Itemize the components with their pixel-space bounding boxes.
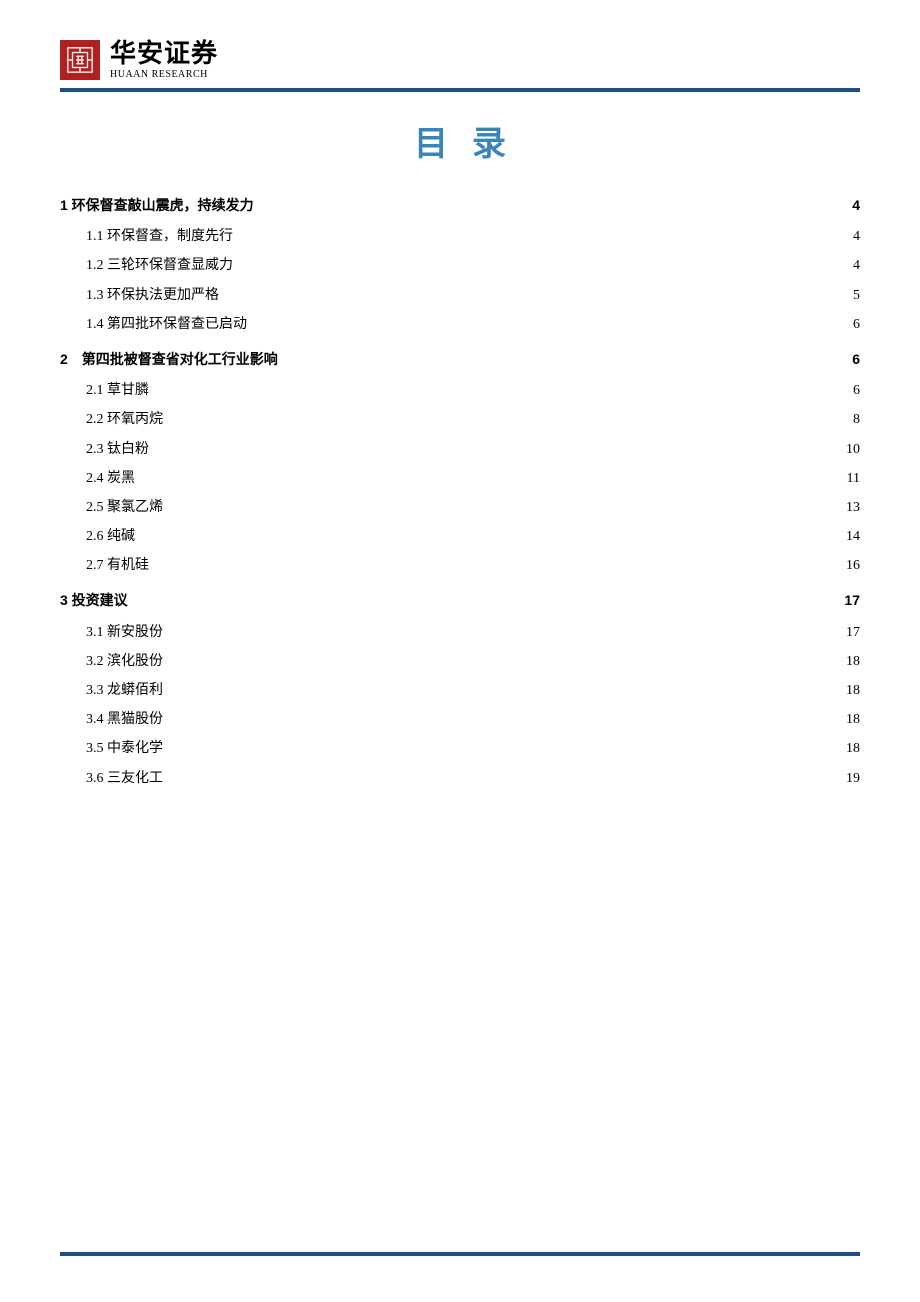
toc-entry[interactable]: 2.4 炭黑 11 xyxy=(60,466,860,491)
brand-name-en: HUAAN RESEARCH xyxy=(110,69,218,80)
toc-entry-page: 6 xyxy=(853,378,860,403)
toc-entry-label: 1.2 三轮环保督查显威力 xyxy=(86,253,233,278)
toc-entry[interactable]: 1 环保督查敲山震虎，持续发力 4 xyxy=(60,193,860,218)
toc-entry-label: 1.3 环保执法更加严格 xyxy=(86,283,219,308)
toc-entry[interactable]: 3.5 中泰化学 18 xyxy=(60,736,860,761)
brand-header: 华安证券 HUAAN RESEARCH xyxy=(60,40,860,80)
toc-entry-page: 6 xyxy=(853,312,860,337)
toc-entry-page: 18 xyxy=(846,678,860,703)
toc-entry-label: 3.3 龙蟒佰利 xyxy=(86,678,163,703)
toc-entry[interactable]: 2.3 钛白粉 10 xyxy=(60,437,860,462)
toc-entry-label: 1.4 第四批环保督查已启动 xyxy=(86,312,247,337)
toc-entry[interactable]: 2.6 纯碱 14 xyxy=(60,524,860,549)
toc-entry-label: 3 投资建议 xyxy=(60,588,128,613)
toc-entry-page: 8 xyxy=(853,407,860,432)
toc-entry-page: 4 xyxy=(853,224,860,249)
toc-entry[interactable]: 1.2 三轮环保督查显威力 4 xyxy=(60,253,860,278)
toc-entry-label: 3.5 中泰化学 xyxy=(86,736,163,761)
toc-entry-label: 2.6 纯碱 xyxy=(86,524,135,549)
toc-entry[interactable]: 3.3 龙蟒佰利 18 xyxy=(60,678,860,703)
toc-entry[interactable]: 2.2 环氧丙烷 8 xyxy=(60,407,860,432)
toc-entry-page: 11 xyxy=(847,466,860,491)
toc-entry-page: 4 xyxy=(853,253,860,278)
toc-entry-page: 14 xyxy=(846,524,860,549)
toc-entry-page: 19 xyxy=(846,766,860,791)
brand-logo-icon xyxy=(60,40,100,80)
document-page: 华安证券 HUAAN RESEARCH 目录 1 环保督查敲山震虎，持续发力41… xyxy=(0,0,920,1302)
toc-entry[interactable]: 2.1 草甘膦 6 xyxy=(60,378,860,403)
table-of-contents: 1 环保督查敲山震虎，持续发力41.1 环保督查，制度先行41.2 三轮环保督查… xyxy=(60,193,860,791)
toc-entry-label: 1.1 环保督查，制度先行 xyxy=(86,224,233,249)
footer-divider xyxy=(60,1252,860,1256)
toc-entry[interactable]: 3.4 黑猫股份 18 xyxy=(60,707,860,732)
toc-entry-label: 2.4 炭黑 xyxy=(86,466,135,491)
toc-entry-label: 3.2 滨化股份 xyxy=(86,649,163,674)
toc-entry-label: 3.6 三友化工 xyxy=(86,766,163,791)
toc-entry[interactable]: 1.1 环保督查，制度先行 4 xyxy=(60,224,860,249)
brand-name-cn: 华安证券 xyxy=(110,40,218,69)
toc-entry-label: 2.3 钛白粉 xyxy=(86,437,149,462)
toc-entry-page: 5 xyxy=(853,283,860,308)
toc-entry-page: 18 xyxy=(846,736,860,761)
toc-entry-label: 2.2 环氧丙烷 xyxy=(86,407,163,432)
toc-entry[interactable]: 3.1 新安股份 17 xyxy=(60,620,860,645)
toc-entry-page: 16 xyxy=(846,553,860,578)
toc-entry[interactable]: 2 第四批被督查省对化工行业影响 6 xyxy=(60,347,860,372)
toc-entry-page: 17 xyxy=(844,588,860,613)
toc-entry-label: 2.1 草甘膦 xyxy=(86,378,149,403)
toc-entry-page: 4 xyxy=(852,193,860,218)
page-title: 目录 xyxy=(60,116,860,165)
toc-entry-label: 3.1 新安股份 xyxy=(86,620,163,645)
toc-entry-page: 17 xyxy=(846,620,860,645)
toc-entry[interactable]: 3 投资建议 17 xyxy=(60,588,860,613)
toc-entry[interactable]: 1.3 环保执法更加严格 5 xyxy=(60,283,860,308)
toc-entry-label: 3.4 黑猫股份 xyxy=(86,707,163,732)
brand-text: 华安证券 HUAAN RESEARCH xyxy=(110,40,218,80)
toc-entry[interactable]: 3.2 滨化股份 18 xyxy=(60,649,860,674)
toc-entry[interactable]: 3.6 三友化工 19 xyxy=(60,766,860,791)
toc-entry-page: 10 xyxy=(846,437,860,462)
toc-entry-label: 1 环保督查敲山震虎，持续发力 xyxy=(60,193,254,218)
toc-entry-page: 18 xyxy=(846,707,860,732)
toc-entry-label: 2.7 有机硅 xyxy=(86,553,149,578)
toc-entry-label: 2.5 聚氯乙烯 xyxy=(86,495,163,520)
toc-entry-page: 6 xyxy=(852,347,860,372)
toc-entry-label: 2 第四批被督查省对化工行业影响 xyxy=(60,347,278,372)
toc-entry[interactable]: 1.4 第四批环保督查已启动 6 xyxy=(60,312,860,337)
header-divider xyxy=(60,88,860,92)
toc-entry[interactable]: 2.7 有机硅 16 xyxy=(60,553,860,578)
toc-entry-page: 18 xyxy=(846,649,860,674)
toc-entry[interactable]: 2.5 聚氯乙烯 13 xyxy=(60,495,860,520)
toc-entry-page: 13 xyxy=(846,495,860,520)
